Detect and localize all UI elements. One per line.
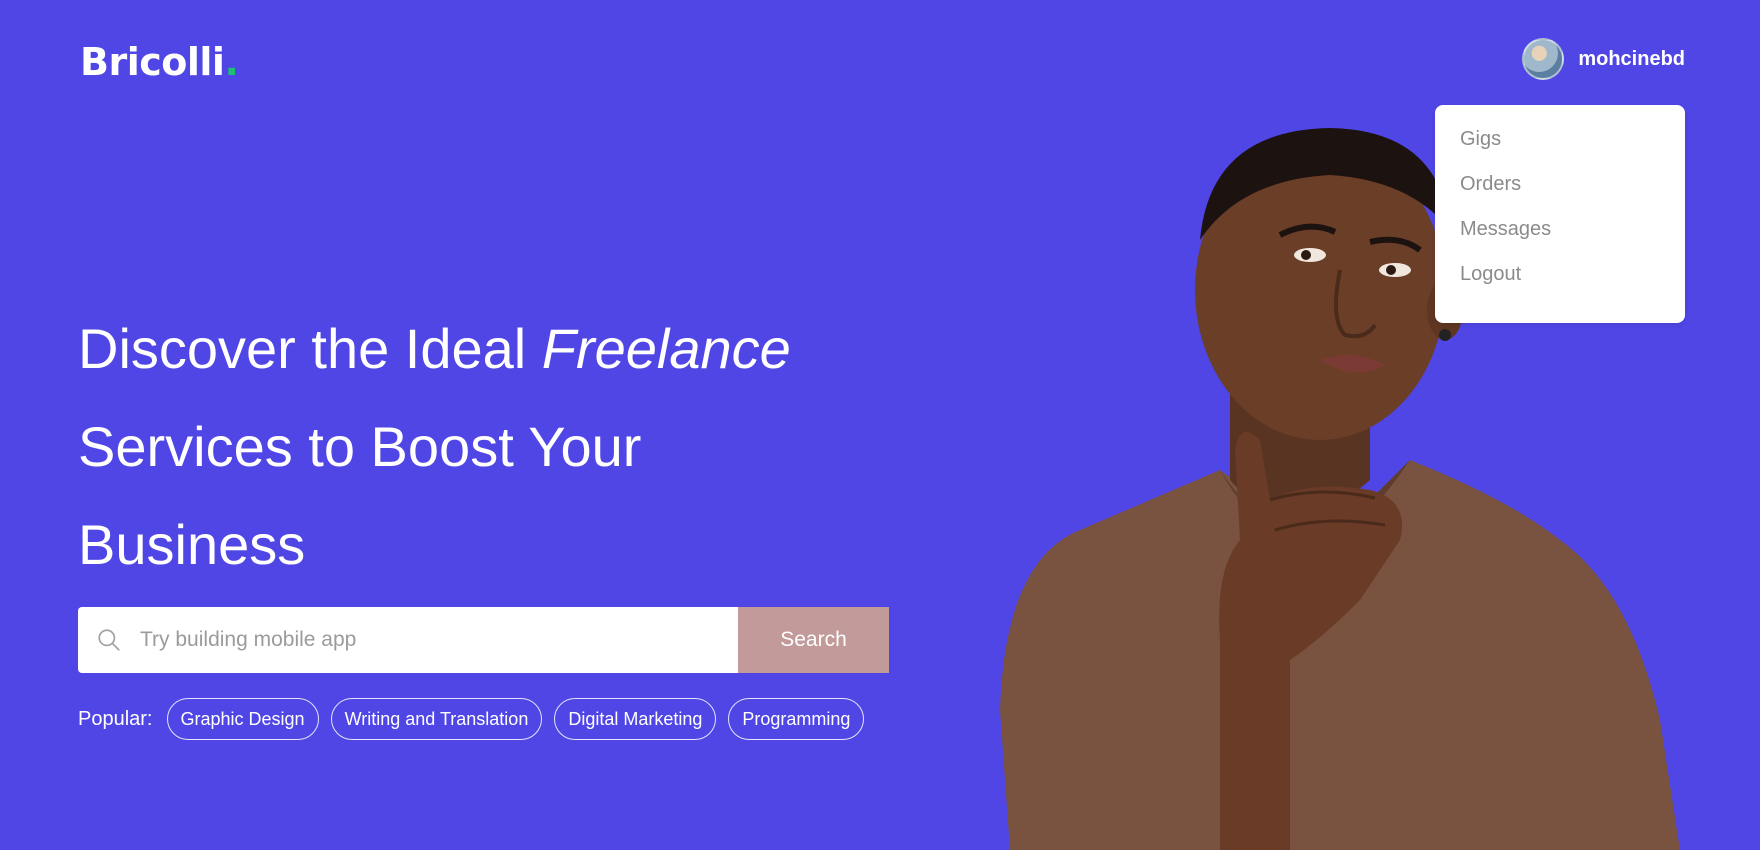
search-input[interactable] — [140, 607, 738, 673]
hero-page: Bricolli. mohcinebd Gigs Orders Messages… — [0, 0, 1760, 850]
tag-digital-marketing[interactable]: Digital Marketing — [554, 698, 717, 740]
menu-item-logout[interactable]: Logout — [1460, 262, 1660, 287]
username[interactable]: mohcinebd — [1578, 48, 1685, 71]
search-icon — [78, 607, 140, 673]
headline-line2: Services to Boost Your — [78, 415, 642, 478]
menu-item-gigs[interactable]: Gigs — [1460, 127, 1660, 152]
menu-item-orders[interactable]: Orders — [1460, 172, 1660, 197]
brand-logo[interactable]: Bricolli. — [80, 40, 239, 84]
logo-dot: . — [224, 40, 239, 84]
tag-programming[interactable]: Programming — [728, 698, 865, 740]
hero-headline: Discover the Ideal Freelance Services to… — [78, 300, 878, 594]
headline-italic: Freelance — [541, 317, 791, 380]
menu-item-messages[interactable]: Messages — [1460, 217, 1660, 242]
logo-text: Bricolli — [80, 40, 225, 84]
avatar[interactable] — [1522, 38, 1565, 80]
tag-graphic-design[interactable]: Graphic Design — [166, 698, 319, 740]
user-menu-trigger[interactable]: mohcinebd — [1522, 38, 1685, 80]
tag-writing-translation[interactable]: Writing and Translation — [330, 698, 543, 740]
headline-line1: Discover the Ideal — [78, 317, 527, 380]
popular-tags: Popular: Graphic Design Writing and Tran… — [78, 698, 865, 740]
search-button[interactable]: Search — [738, 607, 889, 673]
headline-line3: Business — [78, 513, 306, 576]
search-bar: Search — [78, 607, 889, 673]
popular-label: Popular: — [78, 707, 153, 730]
user-dropdown-menu: Gigs Orders Messages Logout — [1435, 105, 1685, 323]
